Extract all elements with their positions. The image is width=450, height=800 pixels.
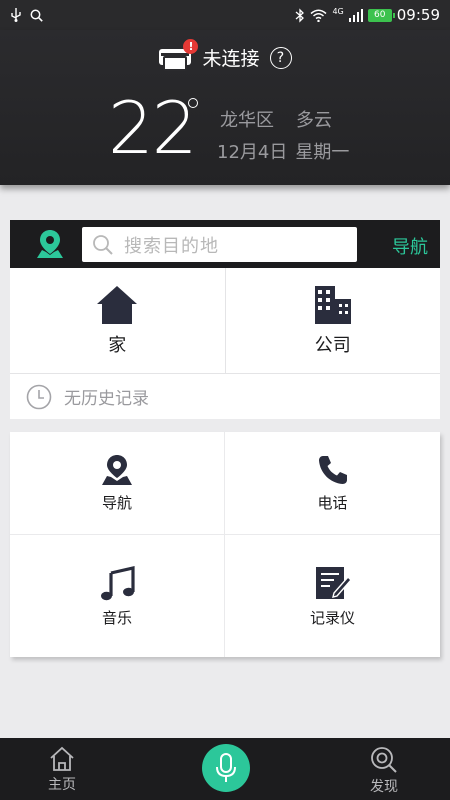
search-input[interactable]: 搜索目的地 bbox=[82, 227, 357, 262]
clock-time: 09:59 bbox=[396, 6, 440, 24]
battery-level: 60 bbox=[374, 10, 386, 20]
tab-discover[interactable]: 发现 bbox=[370, 746, 398, 796]
battery-indicator: 60 bbox=[367, 8, 395, 22]
music-tile[interactable]: 音乐 bbox=[10, 535, 225, 657]
company-label: 公司 bbox=[314, 334, 351, 356]
bluetooth-icon bbox=[296, 7, 305, 23]
phone-label: 电话 bbox=[317, 493, 348, 512]
home-tab-icon bbox=[50, 746, 74, 771]
search-icon bbox=[30, 9, 43, 22]
network-type: 4G bbox=[332, 6, 344, 16]
weekday: 星期一 bbox=[295, 142, 350, 163]
navigation-pin-icon bbox=[102, 454, 132, 485]
recorder-tile[interactable]: 记录仪 bbox=[225, 535, 440, 657]
navigation-label: 导航 bbox=[101, 493, 132, 512]
printer-icon: ! bbox=[158, 38, 199, 71]
home-button[interactable]: 家 bbox=[10, 268, 225, 373]
search-placeholder: 搜索目的地 bbox=[124, 235, 219, 257]
music-label: 音乐 bbox=[101, 608, 132, 627]
tab-discover-label: 发现 bbox=[370, 779, 398, 795]
navigation-tile[interactable]: 导航 bbox=[10, 432, 225, 535]
voice-button[interactable] bbox=[202, 744, 250, 792]
history-text: 无历史记录 bbox=[64, 389, 149, 409]
temperature: 22 bbox=[108, 86, 198, 170]
phone-icon bbox=[318, 455, 347, 484]
help-symbol: ? bbox=[276, 49, 285, 66]
music-note-icon bbox=[101, 565, 135, 600]
connection-status-row[interactable]: ! 未连接 ? bbox=[0, 38, 450, 71]
quick-places: 家 公司 bbox=[10, 268, 440, 373]
usb-icon bbox=[11, 8, 21, 22]
degree-icon bbox=[188, 98, 198, 108]
clock-icon bbox=[26, 384, 52, 409]
search-icon bbox=[93, 234, 113, 255]
function-grid: 导航 电话 音乐 记录仪 bbox=[10, 432, 440, 657]
tab-home[interactable]: 主页 bbox=[48, 746, 76, 794]
phone-tile[interactable]: 电话 bbox=[225, 432, 440, 535]
home-label: 家 bbox=[108, 334, 127, 356]
search-bar: 搜索目的地 导航 bbox=[10, 220, 440, 268]
history-row[interactable]: 无历史记录 bbox=[10, 373, 440, 419]
home-icon bbox=[97, 285, 138, 324]
location-pin-icon[interactable] bbox=[34, 228, 66, 260]
navigate-button[interactable]: 导航 bbox=[392, 233, 428, 259]
district: 龙华区 bbox=[220, 110, 274, 131]
discover-icon bbox=[371, 747, 397, 773]
microphone-icon bbox=[216, 753, 236, 782]
recorder-label: 记录仪 bbox=[309, 608, 355, 627]
company-button[interactable]: 公司 bbox=[224, 268, 441, 373]
status-bar: 4G 60 09:59 bbox=[0, 0, 450, 30]
date: 12月4日 bbox=[217, 142, 288, 163]
notepad-icon bbox=[315, 566, 352, 599]
header: ! 未连接 ? 22 龙华区 多云 12月4日 星期一 bbox=[0, 30, 450, 185]
tab-home-label: 主页 bbox=[48, 777, 76, 793]
weather-condition: 多云 bbox=[296, 110, 332, 131]
signal-icon bbox=[348, 8, 363, 22]
help-icon[interactable]: ? bbox=[269, 46, 292, 69]
wifi-icon bbox=[310, 9, 327, 22]
building-icon bbox=[314, 285, 351, 324]
alert-badge: ! bbox=[183, 38, 199, 54]
connection-status: 未连接 bbox=[202, 48, 260, 70]
